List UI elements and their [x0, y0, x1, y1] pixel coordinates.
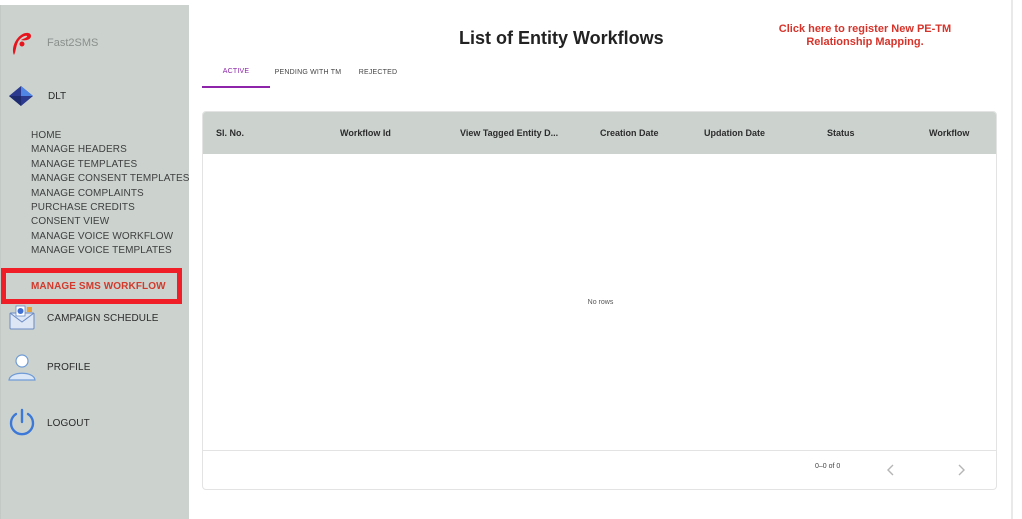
fast2sms-logo-icon [12, 32, 31, 55]
column-header-sl-no[interactable]: Sl. No. [216, 112, 244, 154]
campaign-mail-icon [9, 305, 35, 330]
chevron-left-icon[interactable] [883, 461, 899, 479]
campaign-schedule-label: CAMPAIGN SCHEDULE [47, 312, 159, 324]
dlt-diamond-icon [9, 86, 33, 106]
sidebar-item-label: MANAGE SMS WORKFLOW [31, 280, 166, 292]
workflow-tabs: ACTIVE PENDING WITH TM REJECTED [202, 56, 410, 88]
column-header-workflow[interactable]: Workflow [929, 112, 969, 154]
profile-label: PROFILE [47, 361, 91, 373]
sidebar-section-dlt[interactable]: DLT [8, 84, 66, 108]
sidebar-item-manage-complaints[interactable]: MANAGE COMPLAINTS [31, 187, 190, 201]
column-header-view-tagged-entity[interactable]: View Tagged Entity D... [460, 112, 558, 154]
column-header-status[interactable]: Status [827, 112, 855, 154]
sidebar: Fast2SMS DLT HOME MANAGE HEADERS MANAGE … [0, 5, 189, 519]
sidebar-item-manage-voice-templates[interactable]: MANAGE VOICE TEMPLATES [31, 244, 190, 258]
sidebar-item-manage-voice-workflow[interactable]: MANAGE VOICE WORKFLOW [31, 230, 190, 244]
logout-label: LOGOUT [47, 417, 90, 429]
sidebar-item-manage-sms-workflow[interactable]: MANAGE SMS WORKFLOW [1, 268, 182, 304]
sidebar-item-consent-view[interactable]: CONSENT VIEW [31, 215, 190, 229]
column-header-creation-date[interactable]: Creation Date [600, 112, 659, 154]
sidebar-menu: HOME MANAGE HEADERS MANAGE TEMPLATES MAN… [31, 129, 190, 259]
power-icon [9, 408, 35, 436]
sidebar-item-home[interactable]: HOME [31, 129, 190, 143]
workflow-grid: Sl. No. Workflow Id View Tagged Entity D… [202, 111, 997, 490]
sidebar-item-profile[interactable]: PROFILE [7, 352, 91, 382]
tab-pending-with-tm[interactable]: PENDING WITH TM [270, 56, 346, 88]
column-header-updation-date[interactable]: Updation Date [704, 112, 765, 154]
sidebar-item-manage-consent-templates[interactable]: MANAGE CONSENT TEMPLATES [31, 172, 190, 186]
sidebar-item-logout[interactable]: LOGOUT [7, 408, 90, 438]
grid-body: No rows [203, 154, 996, 450]
tab-rejected[interactable]: REJECTED [346, 56, 410, 88]
grid-header: Sl. No. Workflow Id View Tagged Entity D… [203, 112, 996, 154]
page-title: List of Entity Workflows [459, 28, 664, 48]
user-avatar-icon [8, 354, 36, 381]
register-pe-tm-link[interactable]: Click here to register New PE-TM Relatio… [760, 23, 970, 49]
column-header-workflow-id[interactable]: Workflow Id [340, 112, 391, 154]
sidebar-item-manage-templates[interactable]: MANAGE TEMPLATES [31, 158, 190, 172]
sidebar-item-manage-headers[interactable]: MANAGE HEADERS [31, 143, 190, 157]
brand[interactable]: Fast2SMS [7, 25, 187, 61]
chevron-right-icon[interactable] [953, 461, 969, 479]
brand-name: Fast2SMS [47, 37, 99, 49]
pagination-count: 0–0 of 0 [815, 463, 841, 470]
sidebar-item-purchase-credits[interactable]: PURCHASE CREDITS [31, 201, 190, 215]
no-rows-message: No rows [587, 298, 614, 306]
page-right-border [1011, 0, 1013, 519]
tab-active[interactable]: ACTIVE [202, 56, 270, 88]
grid-footer: 0–0 of 0 [203, 450, 996, 489]
sidebar-item-campaign-schedule[interactable]: CAMPAIGN SCHEDULE [7, 303, 159, 333]
sidebar-section-label: DLT [48, 90, 67, 102]
